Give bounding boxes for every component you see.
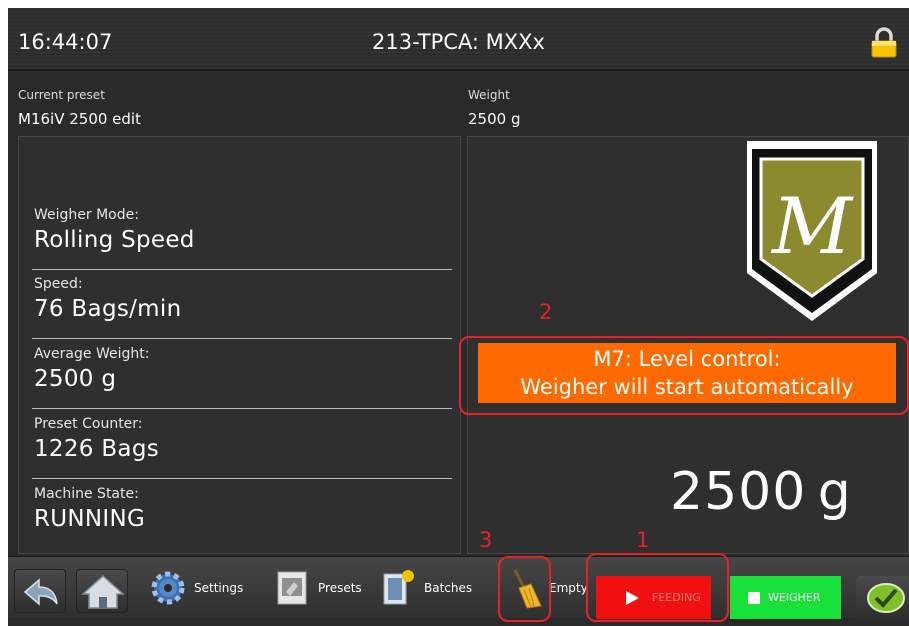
current-preset-label: Current preset xyxy=(18,88,105,102)
confirm-button[interactable] xyxy=(856,576,909,619)
weigher-mode-label: Weigher Mode: xyxy=(34,207,139,223)
checkmark-icon xyxy=(867,583,905,613)
speed-value: 76 Bags/min xyxy=(34,296,182,322)
presets-button[interactable]: Presets xyxy=(270,565,362,611)
average-weight-field: Average Weight: 2500 g xyxy=(32,346,454,409)
settings-button[interactable]: Settings xyxy=(146,565,243,611)
machine-state-field: Machine State: RUNNING xyxy=(34,486,454,532)
speed-field: Speed: 76 Bags/min xyxy=(32,276,454,339)
live-weight-display: 2500 g xyxy=(670,462,852,522)
settings-label: Settings xyxy=(194,581,244,595)
empty-label: Empty xyxy=(549,581,588,595)
weight-value: 2500 g xyxy=(468,110,521,128)
average-weight-label: Average Weight: xyxy=(34,346,150,362)
batches-button[interactable]: Batches xyxy=(376,565,472,611)
presets-icon xyxy=(277,571,307,605)
presets-label: Presets xyxy=(318,581,362,595)
home-icon xyxy=(81,574,125,609)
weigher-toggle-button[interactable]: WEIGHER xyxy=(730,576,841,619)
batches-label: Batches xyxy=(424,581,473,595)
weigher-label: WEIGHER xyxy=(768,591,821,604)
preset-counter-label: Preset Counter: xyxy=(34,416,143,432)
divider xyxy=(32,338,452,339)
weigher-mode-field: Weigher Mode: Rolling Speed xyxy=(32,207,454,270)
machine-title: 213-TPCA: MXXx xyxy=(372,30,545,54)
divider xyxy=(32,269,452,270)
status-panel: Weigher Mode: Rolling Speed Speed: 76 Ba… xyxy=(18,136,461,554)
padlock-icon[interactable] xyxy=(867,26,901,60)
machine-state-label: Machine State: xyxy=(34,486,139,502)
machine-state-value: RUNNING xyxy=(34,506,146,532)
weigher-mode-value: Rolling Speed xyxy=(34,227,195,253)
back-arrow-icon xyxy=(23,578,58,606)
home-button[interactable] xyxy=(76,569,128,613)
annotation-box-2 xyxy=(459,336,909,415)
annotation-number-2: 2 xyxy=(539,300,553,324)
annotation-number-1: 1 xyxy=(636,528,650,552)
batches-icon xyxy=(383,570,414,605)
annotation-box-3 xyxy=(498,556,551,622)
back-button[interactable] xyxy=(14,569,66,613)
current-preset-value: M16iV 2500 edit xyxy=(18,110,141,128)
preset-counter-value: 1226 Bags xyxy=(34,436,159,462)
gear-icon xyxy=(151,571,185,605)
annotation-box-1 xyxy=(586,553,729,622)
top-bar: 16:44:07 213-TPCA: MXXx xyxy=(8,8,909,71)
brand-logo: M xyxy=(747,141,877,321)
weight-label: Weight xyxy=(468,88,510,102)
logo-letter: M xyxy=(770,182,854,272)
average-weight-value: 2500 g xyxy=(34,366,117,392)
preset-counter-field: Preset Counter: 1226 Bags xyxy=(32,416,454,479)
divider xyxy=(32,478,452,479)
stop-icon xyxy=(748,591,760,604)
annotation-number-3: 3 xyxy=(479,528,493,552)
divider xyxy=(32,408,452,409)
speed-label: Speed: xyxy=(34,276,83,292)
